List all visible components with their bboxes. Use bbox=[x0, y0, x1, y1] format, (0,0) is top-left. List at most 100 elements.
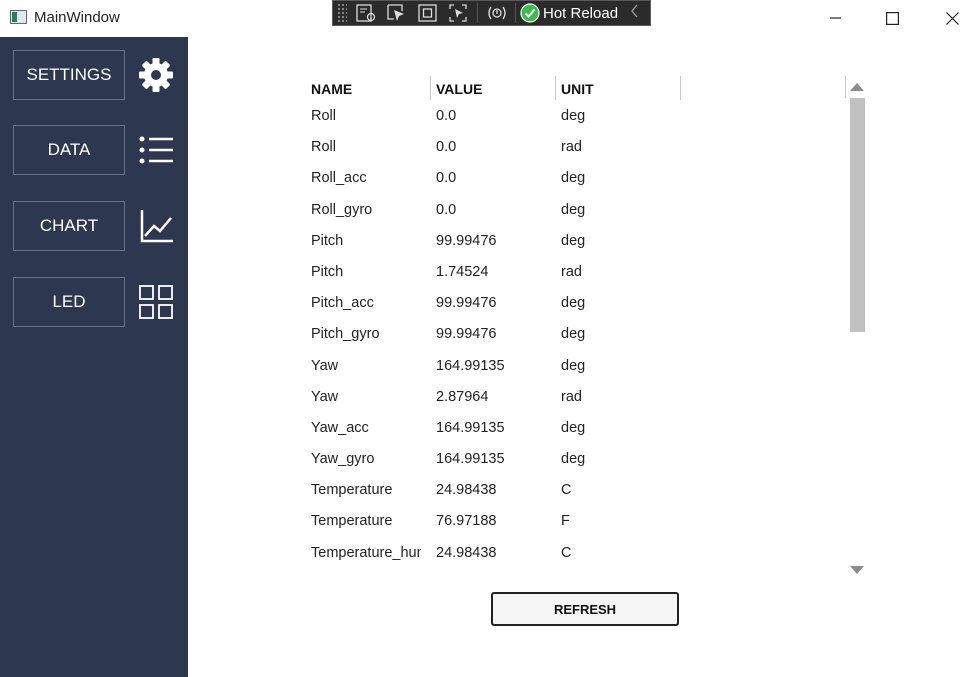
toolbar-separator bbox=[515, 3, 516, 23]
table-row[interactable]: Temperature_hum 24.98438 C bbox=[305, 538, 685, 569]
display-layout-adorners-icon[interactable] bbox=[416, 2, 440, 24]
select-element-icon[interactable] bbox=[385, 2, 409, 24]
unit-cell: rad bbox=[561, 139, 582, 156]
window-title: MainWindow bbox=[34, 9, 120, 26]
table-row[interactable]: Yaw_acc 164.99135 deg bbox=[305, 413, 685, 444]
value-cell: 76.97188 bbox=[436, 513, 497, 530]
column-header-name[interactable]: NAME bbox=[311, 81, 352, 97]
toolbar-separator bbox=[477, 3, 478, 23]
table-row[interactable]: Yaw_gyro 164.99135 deg bbox=[305, 444, 685, 475]
scrollbar-thumb[interactable] bbox=[850, 98, 865, 332]
table-row[interactable]: Roll_gyro 0.0 deg bbox=[305, 195, 685, 226]
vertical-scrollbar[interactable] bbox=[845, 76, 867, 580]
hot-reload-button[interactable]: Hot Reload bbox=[520, 3, 618, 23]
name-cell: Pitch bbox=[311, 232, 344, 249]
unit-cell: C bbox=[561, 544, 572, 561]
close-icon bbox=[945, 11, 959, 25]
value-cell: 99.99476 bbox=[436, 326, 497, 343]
value-cell: 164.99135 bbox=[436, 419, 505, 436]
value-cell: 0.0 bbox=[436, 108, 457, 124]
scroll-down-arrow-icon[interactable] bbox=[850, 566, 864, 574]
chart-button[interactable]: CHART bbox=[13, 201, 125, 251]
value-cell: 0.0 bbox=[436, 139, 457, 156]
app-icon bbox=[10, 10, 27, 24]
table-header: NAME VALUE UNIT bbox=[305, 76, 685, 101]
name-cell: Yaw_gyro bbox=[311, 451, 375, 468]
value-cell: 24.98438 bbox=[436, 544, 497, 561]
settings-button[interactable]: SETTINGS bbox=[13, 50, 125, 100]
table-row[interactable]: Temperature 24.98438 C bbox=[305, 475, 685, 506]
column-header-value[interactable]: VALUE bbox=[436, 81, 482, 97]
name-cell: Temperature bbox=[311, 482, 393, 499]
column-divider[interactable] bbox=[430, 76, 431, 100]
value-cell: 164.99135 bbox=[436, 451, 505, 468]
table-row[interactable]: Roll_acc 0.0 deg bbox=[305, 163, 685, 194]
maximize-button[interactable] bbox=[869, 0, 915, 36]
unit-cell: deg bbox=[561, 108, 586, 124]
data-button[interactable]: DATA bbox=[13, 125, 125, 175]
table-row[interactable]: Pitch_gyro 99.99476 deg bbox=[305, 319, 685, 350]
table-row[interactable]: Pitch 1.74524 rad bbox=[305, 257, 685, 288]
table-row[interactable]: Pitch 99.99476 deg bbox=[305, 226, 685, 257]
scroll-up-arrow-icon[interactable] bbox=[850, 83, 864, 91]
grid-icon[interactable] bbox=[138, 284, 174, 320]
main-window: MainWindow Hot Reload SETTINGS DATA CHAR… bbox=[0, 0, 979, 677]
column-divider[interactable] bbox=[555, 76, 556, 100]
unit-cell: deg bbox=[561, 451, 586, 468]
name-cell: Yaw bbox=[311, 388, 339, 405]
unit-cell: deg bbox=[561, 326, 586, 343]
name-cell: Temperature_hum bbox=[311, 544, 421, 561]
unit-cell: deg bbox=[561, 357, 586, 374]
name-cell: Pitch_gyro bbox=[311, 326, 380, 343]
value-cell: 2.87964 bbox=[436, 388, 489, 405]
table-row[interactable]: Temperature 76.97188 F bbox=[305, 506, 685, 537]
refresh-button[interactable]: REFRESH bbox=[491, 592, 679, 626]
unit-cell: deg bbox=[561, 201, 586, 218]
unit-cell: deg bbox=[561, 295, 586, 312]
unit-cell: C bbox=[561, 482, 572, 499]
unit-cell: rad bbox=[561, 263, 582, 280]
minimize-button[interactable] bbox=[813, 0, 859, 36]
sidebar: SETTINGS DATA CHART LED bbox=[0, 37, 188, 677]
live-visual-tree-icon[interactable] bbox=[354, 2, 378, 24]
list-icon[interactable] bbox=[138, 132, 174, 168]
table-row[interactable]: Yaw 2.87964 rad bbox=[305, 382, 685, 413]
check-circle-icon bbox=[520, 3, 540, 23]
gear-icon[interactable] bbox=[138, 57, 174, 93]
line-chart-icon[interactable] bbox=[138, 208, 174, 244]
table-row[interactable]: Roll 0.0 deg bbox=[305, 101, 685, 132]
unit-cell: rad bbox=[561, 388, 582, 405]
column-header-unit[interactable]: UNIT bbox=[561, 81, 594, 97]
name-cell: Pitch bbox=[311, 263, 344, 280]
name-cell: Roll_acc bbox=[311, 170, 367, 187]
close-button[interactable] bbox=[929, 0, 975, 36]
value-cell: 1.74524 bbox=[436, 263, 489, 280]
table-row[interactable]: Roll 0.0 rad bbox=[305, 132, 685, 163]
unit-cell: F bbox=[561, 513, 570, 530]
table-row[interactable]: Yaw 164.99135 deg bbox=[305, 351, 685, 382]
unit-cell: deg bbox=[561, 232, 586, 249]
minimize-icon bbox=[830, 17, 841, 19]
chevron-left-icon[interactable] bbox=[630, 4, 640, 23]
value-cell: 99.99476 bbox=[436, 295, 497, 312]
table-body: Roll 0.0 deg Roll 0.0 rad Roll_acc 0.0 deg Roll_g… bbox=[305, 101, 685, 569]
led-button[interactable]: LED bbox=[13, 277, 125, 327]
value-cell: 24.98438 bbox=[436, 482, 497, 499]
name-cell: Yaw_acc bbox=[311, 419, 369, 436]
binding-failures-icon[interactable] bbox=[485, 2, 509, 24]
track-focused-element-icon[interactable] bbox=[447, 2, 471, 24]
value-cell: 99.99476 bbox=[436, 232, 497, 249]
unit-cell: deg bbox=[561, 419, 586, 436]
column-divider[interactable] bbox=[680, 76, 681, 100]
name-cell: Roll_gyro bbox=[311, 201, 373, 218]
toolbar-grip[interactable] bbox=[337, 3, 347, 23]
xaml-debug-toolbar: Hot Reload bbox=[332, 0, 651, 26]
unit-cell: deg bbox=[561, 170, 586, 187]
value-cell: 0.0 bbox=[436, 201, 457, 218]
name-cell: Temperature bbox=[311, 513, 393, 530]
hot-reload-label: Hot Reload bbox=[543, 4, 619, 22]
scrollbar-header-divider bbox=[845, 76, 846, 98]
table-row[interactable]: Pitch_acc 99.99476 deg bbox=[305, 288, 685, 319]
value-cell: 0.0 bbox=[436, 170, 457, 187]
name-cell: Roll bbox=[311, 139, 336, 156]
